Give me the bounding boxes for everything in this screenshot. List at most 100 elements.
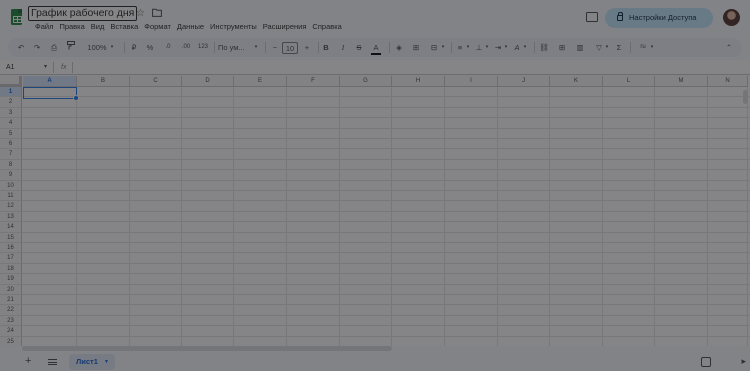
row-header[interactable]: 24 xyxy=(0,326,22,337)
column-header[interactable]: E xyxy=(234,76,287,87)
horizontal-align-icon[interactable]: ≡ xyxy=(455,41,465,54)
row-header[interactable]: 5 xyxy=(0,128,22,139)
paint-format-icon[interactable] xyxy=(66,41,76,54)
row-header[interactable]: 2 xyxy=(0,97,22,108)
sheet-tab-chevron-down-icon[interactable]: ▼ xyxy=(104,354,109,370)
collapse-toolbar-icon[interactable]: ⌃ xyxy=(724,41,734,54)
percent-format-button[interactable]: % xyxy=(145,41,155,54)
name-box-chevron-down-icon[interactable]: ▾ xyxy=(44,62,47,73)
sheet-tab[interactable]: Лист1 ▼ xyxy=(69,354,115,370)
column-header[interactable]: A xyxy=(23,76,77,87)
row-header[interactable]: 19 xyxy=(0,274,22,285)
row-header[interactable]: 20 xyxy=(0,284,22,295)
row-header[interactable]: 16 xyxy=(0,243,22,254)
filter-icon[interactable]: ▽ xyxy=(594,41,604,54)
menu-insert[interactable]: Вставка xyxy=(107,22,141,34)
column-header[interactable]: F xyxy=(287,76,340,87)
all-sheets-menu-icon[interactable] xyxy=(48,359,57,365)
merge-cells-icon[interactable]: ⊟ xyxy=(429,41,439,54)
font-size-input[interactable]: 10 xyxy=(282,41,298,54)
vertical-align-icon[interactable]: ⊥ xyxy=(474,41,484,54)
row-header[interactable]: 13 xyxy=(0,211,22,223)
fill-color-icon[interactable]: ◈ xyxy=(394,41,404,54)
column-header[interactable]: C xyxy=(130,76,182,87)
row-header[interactable]: 23 xyxy=(0,315,22,327)
name-box[interactable]: A1 xyxy=(6,62,15,73)
row-header[interactable]: 21 xyxy=(0,295,22,306)
row-header[interactable]: 15 xyxy=(0,232,22,243)
row-header[interactable]: 7 xyxy=(0,149,22,160)
row-header[interactable]: 1 xyxy=(0,87,22,98)
vertical-scrollbar[interactable] xyxy=(743,90,748,104)
column-header[interactable]: J xyxy=(498,76,550,87)
formula-input[interactable] xyxy=(78,62,738,73)
undo-icon[interactable]: ↶ xyxy=(16,41,26,54)
side-panel-expand-icon[interactable]: ▸ xyxy=(741,356,746,367)
document-title-input[interactable]: График рабочего дня xyxy=(28,6,138,21)
number-format-button[interactable]: 123 xyxy=(196,41,210,54)
explore-icon[interactable] xyxy=(701,357,711,367)
row-header[interactable]: 22 xyxy=(0,305,22,316)
text-rotation-icon[interactable]: A xyxy=(512,41,522,54)
row-header[interactable]: 9 xyxy=(0,170,22,181)
strikethrough-button[interactable]: S xyxy=(354,41,364,54)
increase-decimal-button[interactable]: .00 xyxy=(178,41,194,54)
menu-edit[interactable]: Правка xyxy=(56,22,87,34)
italic-button[interactable]: I xyxy=(338,41,348,54)
sheets-logo-icon[interactable] xyxy=(11,9,22,25)
column-header[interactable]: M xyxy=(655,76,708,87)
menu-data[interactable]: Данные xyxy=(174,22,207,34)
row-header[interactable]: 6 xyxy=(0,139,22,150)
font-family-select[interactable]: По ум... xyxy=(218,41,254,54)
share-button[interactable]: Настройки Доступа xyxy=(605,8,713,28)
spreadsheet-grid[interactable]: A B C D E F G H I J K L M N 1 2 3 4 5 6 7 8 9 10 11 12 13 14 15 16 17 1… xyxy=(0,76,750,346)
font-size-increase-button[interactable]: + xyxy=(302,41,312,54)
column-header[interactable]: D xyxy=(182,76,234,87)
bold-button[interactable]: B xyxy=(321,41,331,54)
column-header[interactable]: N xyxy=(708,76,748,87)
folder-move-icon[interactable] xyxy=(151,8,162,19)
row-header[interactable]: 8 xyxy=(0,159,22,171)
text-wrap-icon[interactable]: ⇥ xyxy=(493,41,503,54)
row-header[interactable]: 3 xyxy=(0,107,22,119)
menu-file[interactable]: Файл xyxy=(32,22,56,34)
select-all-corner[interactable] xyxy=(0,76,22,87)
menu-view[interactable]: Вид xyxy=(88,22,108,34)
decrease-decimal-button[interactable]: .0 xyxy=(161,41,175,54)
font-size-decrease-button[interactable]: − xyxy=(270,41,280,54)
borders-icon[interactable]: ⊞ xyxy=(411,41,421,54)
currency-format-button[interactable]: ₽ xyxy=(129,41,139,54)
insert-comment-icon[interactable]: ⊞ xyxy=(557,41,567,54)
account-avatar[interactable] xyxy=(723,9,740,26)
row-header[interactable]: 18 xyxy=(0,263,22,275)
column-header[interactable]: H xyxy=(392,76,445,87)
column-header[interactable]: B xyxy=(77,76,130,87)
active-cell-a1[interactable] xyxy=(23,87,79,101)
insert-chart-icon[interactable]: ▥ xyxy=(575,41,585,54)
redo-icon[interactable]: ↷ xyxy=(32,41,42,54)
functions-icon[interactable]: Σ xyxy=(614,41,624,54)
column-header[interactable]: I xyxy=(445,76,498,87)
insert-link-icon[interactable]: ⛓ xyxy=(539,41,549,54)
row-header[interactable]: 17 xyxy=(0,253,22,264)
row-header[interactable]: 14 xyxy=(0,222,22,233)
input-tools-icon[interactable]: ru xyxy=(636,41,650,54)
menu-format[interactable]: Формат xyxy=(141,22,174,34)
menu-help[interactable]: Справка xyxy=(309,22,344,34)
row-header[interactable]: 25 xyxy=(0,336,22,346)
print-icon[interactable]: ⎙ xyxy=(49,41,59,54)
star-icon[interactable]: ☆ xyxy=(135,8,146,19)
text-color-button[interactable]: A xyxy=(371,41,381,55)
column-header[interactable]: L xyxy=(603,76,655,87)
zoom-select[interactable]: 100% xyxy=(84,41,110,54)
menu-tools[interactable]: Инструменты xyxy=(207,22,260,34)
row-header[interactable]: 11 xyxy=(0,191,22,202)
row-header[interactable]: 4 xyxy=(0,118,22,129)
comments-icon[interactable] xyxy=(586,12,598,22)
horizontal-scrollbar[interactable] xyxy=(22,346,392,351)
menu-extensions[interactable]: Расширения xyxy=(260,22,310,34)
row-header[interactable]: 10 xyxy=(0,180,22,191)
add-sheet-button[interactable]: + xyxy=(25,355,31,368)
column-header[interactable]: G xyxy=(340,76,392,87)
column-header[interactable]: K xyxy=(550,76,603,87)
